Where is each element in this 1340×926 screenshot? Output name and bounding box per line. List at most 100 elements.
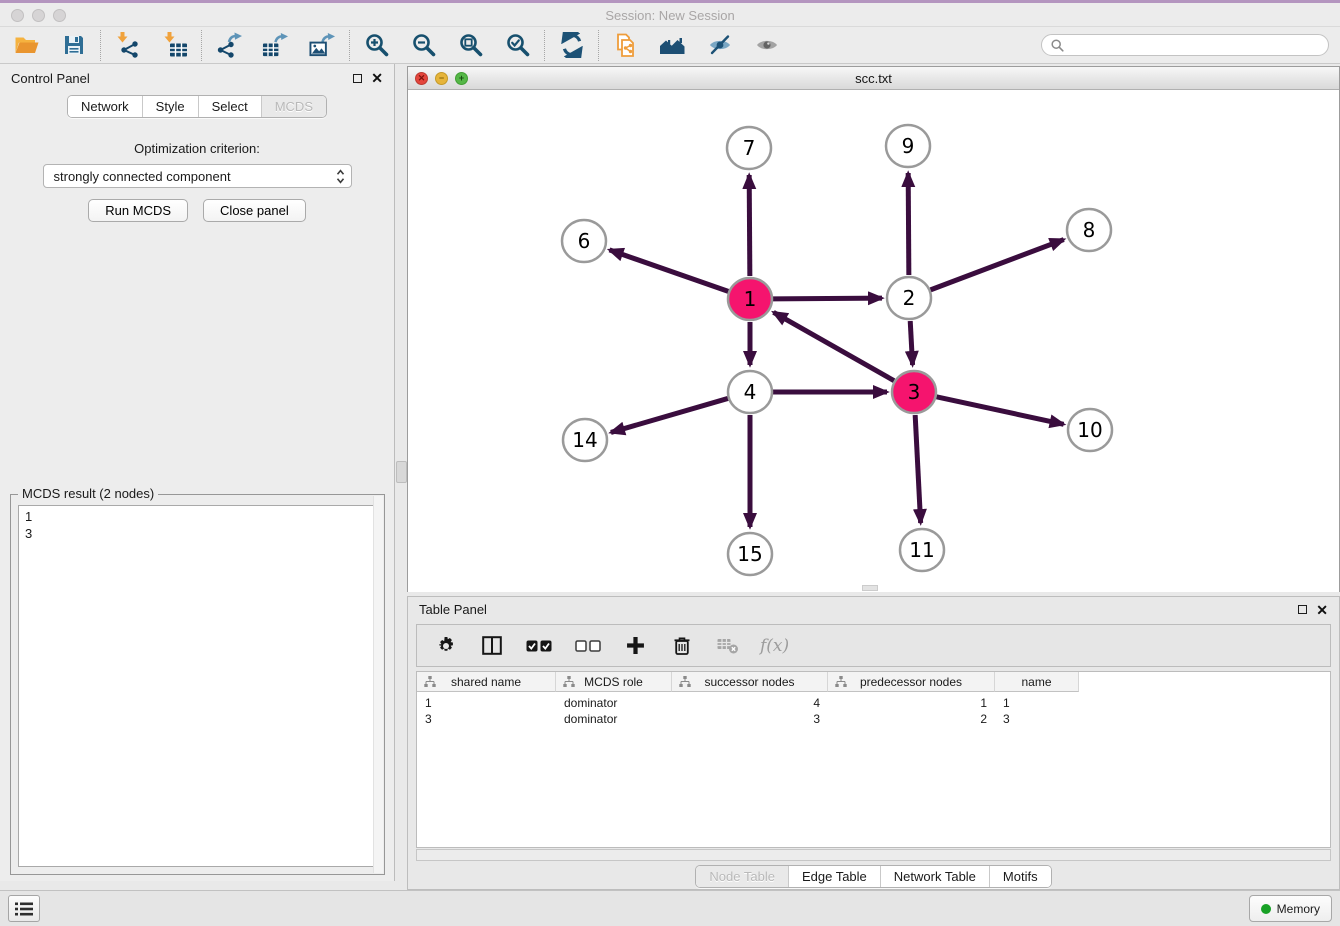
graph-node-9[interactable]: 9: [886, 125, 930, 167]
table-hscrollbar[interactable]: [416, 849, 1331, 861]
float-panel-icon[interactable]: [353, 74, 362, 83]
column-header-successor-nodes[interactable]: successor nodes: [672, 672, 828, 692]
add-column-icon[interactable]: [622, 632, 649, 659]
zoom-fit-icon[interactable]: [457, 32, 484, 59]
graph-node-4[interactable]: 4: [728, 371, 772, 413]
first-neighbors-icon[interactable]: [659, 32, 686, 59]
search-input[interactable]: [1070, 37, 1319, 53]
graph-edge-2-3[interactable]: [910, 321, 912, 365]
cell-successor-nodes[interactable]: 4: [672, 696, 828, 710]
float-table-panel-icon[interactable]: [1298, 605, 1307, 614]
cell-successor-nodes[interactable]: 3: [672, 712, 828, 726]
delete-columns-icon[interactable]: [668, 632, 695, 659]
task-history-button[interactable]: [8, 895, 40, 922]
table-row[interactable]: 1dominator411: [417, 695, 1330, 711]
export-image-icon[interactable]: [309, 32, 336, 59]
result-scrollbar[interactable]: [373, 496, 383, 873]
table-row[interactable]: 3dominator323: [417, 711, 1330, 727]
zoom-out-icon[interactable]: [410, 32, 437, 59]
window-title: Session: New Session: [0, 8, 1340, 23]
graph-node-7[interactable]: 7: [727, 127, 771, 169]
tab-network[interactable]: Network: [68, 96, 142, 117]
minimize-view-icon[interactable]: −: [435, 72, 448, 85]
tab-select[interactable]: Select: [198, 96, 261, 117]
graph-edge-3-11[interactable]: [915, 415, 920, 523]
svg-text:14: 14: [572, 428, 597, 452]
splitter-handle[interactable]: [396, 461, 407, 483]
import-network-icon[interactable]: [114, 32, 141, 59]
graph-node-1[interactable]: 1: [728, 278, 772, 320]
graph-node-11[interactable]: 11: [900, 529, 944, 571]
column-header-name[interactable]: name: [995, 672, 1079, 692]
import-table-icon[interactable]: [161, 32, 188, 59]
close-panel-icon[interactable]: ✕: [371, 71, 383, 85]
node-table: shared nameMCDS rolesuccessor nodesprede…: [416, 671, 1331, 848]
graph-node-8[interactable]: 8: [1067, 209, 1111, 251]
graph-node-6[interactable]: 6: [562, 220, 606, 262]
run-mcds-button[interactable]: Run MCDS: [88, 199, 188, 222]
tab-node-table[interactable]: Node Table: [696, 866, 788, 887]
network-window-titlebar[interactable]: ✕ − + scc.txt: [408, 67, 1339, 90]
tab-mcds[interactable]: MCDS: [261, 96, 326, 117]
graph-edge-2-9[interactable]: [908, 173, 909, 275]
cell-mcds-role[interactable]: dominator: [556, 712, 672, 726]
cell-name[interactable]: 3: [995, 712, 1079, 726]
svg-text:10: 10: [1077, 418, 1102, 442]
network-canvas[interactable]: 7 9 6 8 1 2 4 3 14 10 15 11: [408, 90, 1339, 592]
criterion-select[interactable]: strongly connected component: [43, 164, 352, 188]
search-field[interactable]: [1041, 34, 1329, 56]
memory-button[interactable]: Memory: [1249, 895, 1332, 922]
tab-style[interactable]: Style: [142, 96, 198, 117]
table-options-gear-icon[interactable]: [432, 632, 459, 659]
close-table-panel-icon[interactable]: ✕: [1316, 603, 1328, 617]
cell-name[interactable]: 1: [995, 696, 1079, 710]
close-view-icon[interactable]: ✕: [415, 72, 428, 85]
column-tree-icon: [679, 676, 691, 688]
graph-node-14[interactable]: 14: [563, 419, 607, 461]
graph-edge-4-14[interactable]: [611, 398, 728, 432]
export-network-icon[interactable]: [215, 32, 242, 59]
tab-edge-table[interactable]: Edge Table: [788, 866, 880, 887]
svg-text:8: 8: [1083, 218, 1096, 242]
select-all-columns-icon[interactable]: [524, 632, 554, 659]
save-session-icon[interactable]: [60, 32, 87, 59]
column-header-mcds-role[interactable]: MCDS role: [556, 672, 672, 692]
cell-shared-name[interactable]: 3: [417, 712, 556, 726]
graph-node-10[interactable]: 10: [1068, 409, 1112, 451]
zoom-in-icon[interactable]: [363, 32, 390, 59]
tab-network-table[interactable]: Network Table: [880, 866, 989, 887]
graph-edge-1-2[interactable]: [773, 298, 882, 299]
graph-edge-2-8[interactable]: [931, 240, 1064, 290]
deselect-all-columns-icon[interactable]: [573, 632, 603, 659]
graph-node-15[interactable]: 15: [728, 533, 772, 575]
graph-edge-1-7[interactable]: [749, 175, 750, 276]
show-all-icon[interactable]: [753, 32, 780, 59]
column-header-predecessor-nodes[interactable]: predecessor nodes: [828, 672, 995, 692]
refresh-layout-icon[interactable]: [558, 32, 585, 59]
mcds-result-title: MCDS result (2 nodes): [18, 486, 158, 501]
graph-node-2[interactable]: 2: [887, 277, 931, 319]
cell-mcds-role[interactable]: dominator: [556, 696, 672, 710]
clone-network-icon[interactable]: [612, 32, 639, 59]
graph-edge-1-6[interactable]: [609, 250, 728, 292]
hide-selected-icon[interactable]: [706, 32, 733, 59]
mcds-result-area[interactable]: 13: [18, 505, 377, 867]
open-session-icon[interactable]: [13, 32, 40, 59]
tab-motifs[interactable]: Motifs: [989, 866, 1051, 887]
close-panel-button[interactable]: Close panel: [203, 199, 306, 222]
graph-edge-3-1[interactable]: [773, 312, 894, 380]
split-panel-icon[interactable]: [478, 632, 505, 659]
zoom-view-icon[interactable]: +: [455, 72, 468, 85]
cell-predecessor-nodes[interactable]: 2: [828, 712, 995, 726]
table-tabs: Node TableEdge TableNetwork TableMotifs: [695, 865, 1051, 888]
cell-predecessor-nodes[interactable]: 1: [828, 696, 995, 710]
network-view-window: ✕ − + scc.txt 7 9 6 8 1 2 4 3 14 10 15 11: [407, 66, 1340, 592]
canvas-resize-notch[interactable]: [862, 585, 878, 591]
cell-shared-name[interactable]: 1: [417, 696, 556, 710]
zoom-selected-icon[interactable]: [504, 32, 531, 59]
export-table-icon[interactable]: [262, 32, 289, 59]
graph-edge-3-10[interactable]: [936, 397, 1063, 424]
select-stepper-icon: [336, 169, 345, 184]
graph-node-3[interactable]: 3: [892, 371, 936, 413]
column-header-shared-name[interactable]: shared name: [417, 672, 556, 692]
